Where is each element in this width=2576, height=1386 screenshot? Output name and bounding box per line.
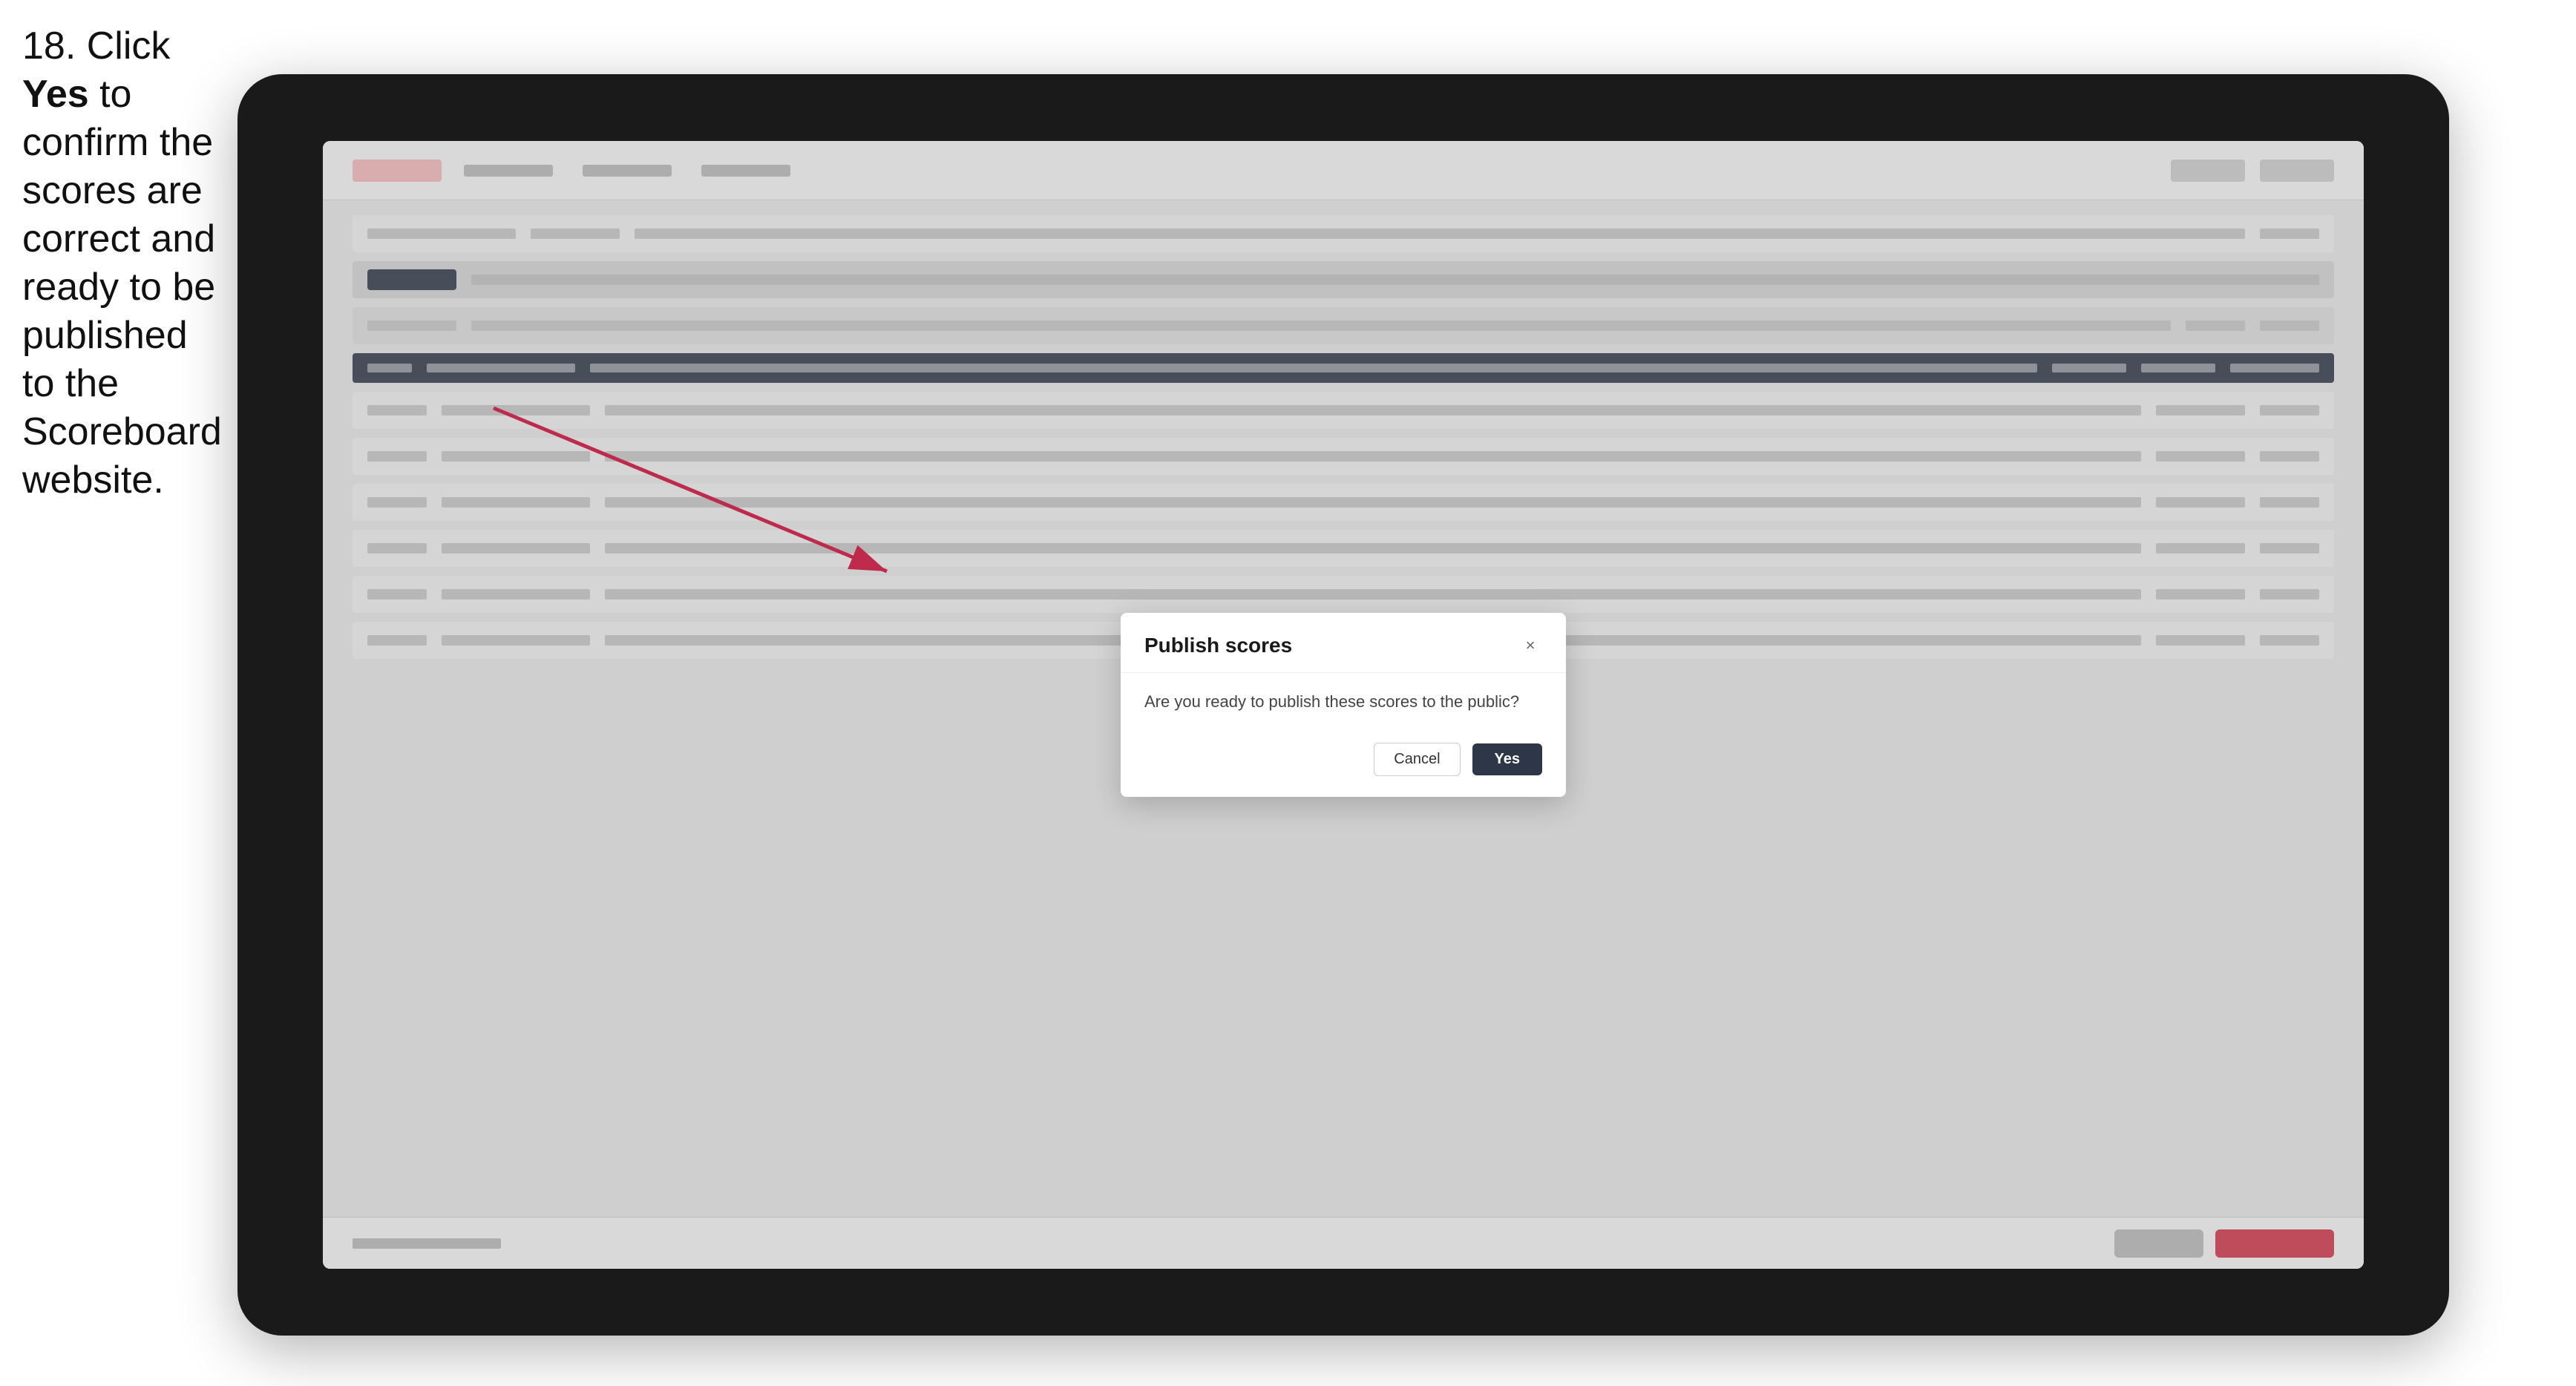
tablet-device: Publish scores × Are you ready to publis… xyxy=(237,74,2449,1336)
instruction-text: 18. Click Yes to confirm the scores are … xyxy=(22,22,230,505)
step-text-post: to confirm the scores are correct and re… xyxy=(22,73,222,502)
step-number: 18. xyxy=(22,24,76,68)
step-text-bold: Yes xyxy=(22,73,89,116)
yes-button[interactable]: Yes xyxy=(1472,743,1542,775)
publish-scores-modal: Publish scores × Are you ready to publis… xyxy=(1121,613,1566,798)
modal-message: Are you ready to publish these scores to… xyxy=(1144,691,1542,714)
modal-overlay: Publish scores × Are you ready to publis… xyxy=(323,141,2364,1269)
modal-title: Publish scores xyxy=(1144,634,1292,657)
tablet-screen: Publish scores × Are you ready to publis… xyxy=(323,141,2364,1269)
modal-header: Publish scores × xyxy=(1121,613,1566,673)
modal-body: Are you ready to publish these scores to… xyxy=(1121,673,1566,732)
modal-footer: Cancel Yes xyxy=(1121,731,1566,797)
modal-close-button[interactable]: × xyxy=(1518,634,1542,657)
step-text-pre: Click xyxy=(76,24,170,68)
cancel-button[interactable]: Cancel xyxy=(1374,743,1460,776)
